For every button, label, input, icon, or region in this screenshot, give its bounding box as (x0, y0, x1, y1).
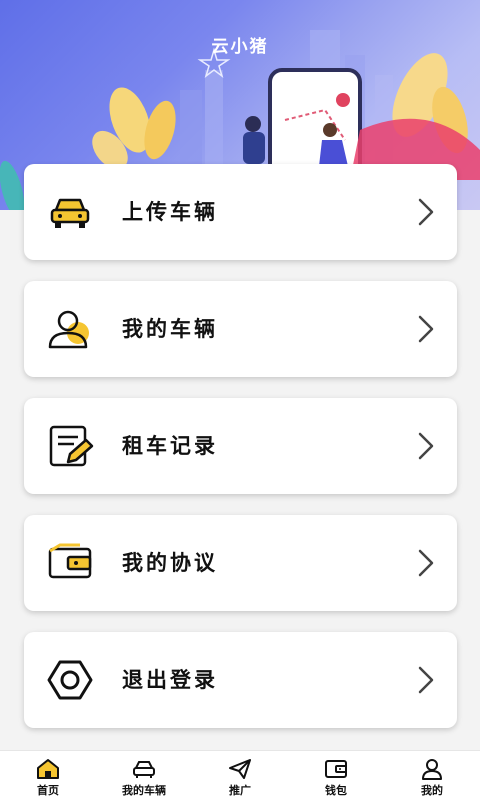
home-icon (37, 759, 59, 779)
menu-item-my-vehicles[interactable]: 我的车辆 (24, 281, 457, 377)
tab-label: 首页 (37, 784, 59, 797)
menu-item-label: 退出登录 (122, 667, 218, 692)
tab-wallet[interactable]: 钱包 (288, 751, 384, 800)
menu-item-my-agreements[interactable]: 我的协议 (24, 515, 457, 611)
menu-item-label: 租车记录 (122, 433, 218, 458)
menu-item-logout[interactable]: 退出登录 (24, 632, 457, 728)
menu-item-upload-vehicle[interactable]: 上传车辆 (24, 164, 457, 260)
tab-label: 推广 (229, 784, 251, 797)
chevron-right-icon (418, 549, 434, 577)
menu-item-rental-records[interactable]: 租车记录 (24, 398, 457, 494)
menu-item-label: 我的协议 (122, 550, 218, 575)
tab-label: 我的 (421, 784, 443, 797)
chevron-right-icon (418, 198, 434, 226)
tab-home[interactable]: 首页 (0, 751, 96, 800)
document-edit-icon (49, 425, 94, 467)
menu-item-label: 我的车辆 (122, 316, 218, 341)
tab-promotion[interactable]: 推广 (192, 751, 288, 800)
profile-icon (422, 759, 442, 780)
chevron-right-icon (418, 666, 434, 694)
wallet-outline-icon (325, 760, 347, 778)
tab-label: 钱包 (325, 784, 347, 797)
menu-item-label: 上传车辆 (122, 199, 218, 224)
bottom-tab-bar: 首页 我的车辆 推广 钱包 我的 (0, 750, 480, 800)
car-outline-icon (133, 761, 155, 778)
hex-nut-icon (47, 660, 93, 700)
tab-label: 我的车辆 (122, 784, 166, 797)
wallet-icon (48, 543, 92, 579)
car-icon (50, 198, 90, 228)
paper-plane-icon (229, 759, 251, 779)
app-title: 云小猪 (211, 37, 269, 57)
chevron-right-icon (418, 432, 434, 460)
chevron-right-icon (418, 315, 434, 343)
user-icon (48, 310, 89, 349)
tab-my-vehicles[interactable]: 我的车辆 (96, 751, 192, 800)
tab-profile[interactable]: 我的 (384, 751, 480, 800)
